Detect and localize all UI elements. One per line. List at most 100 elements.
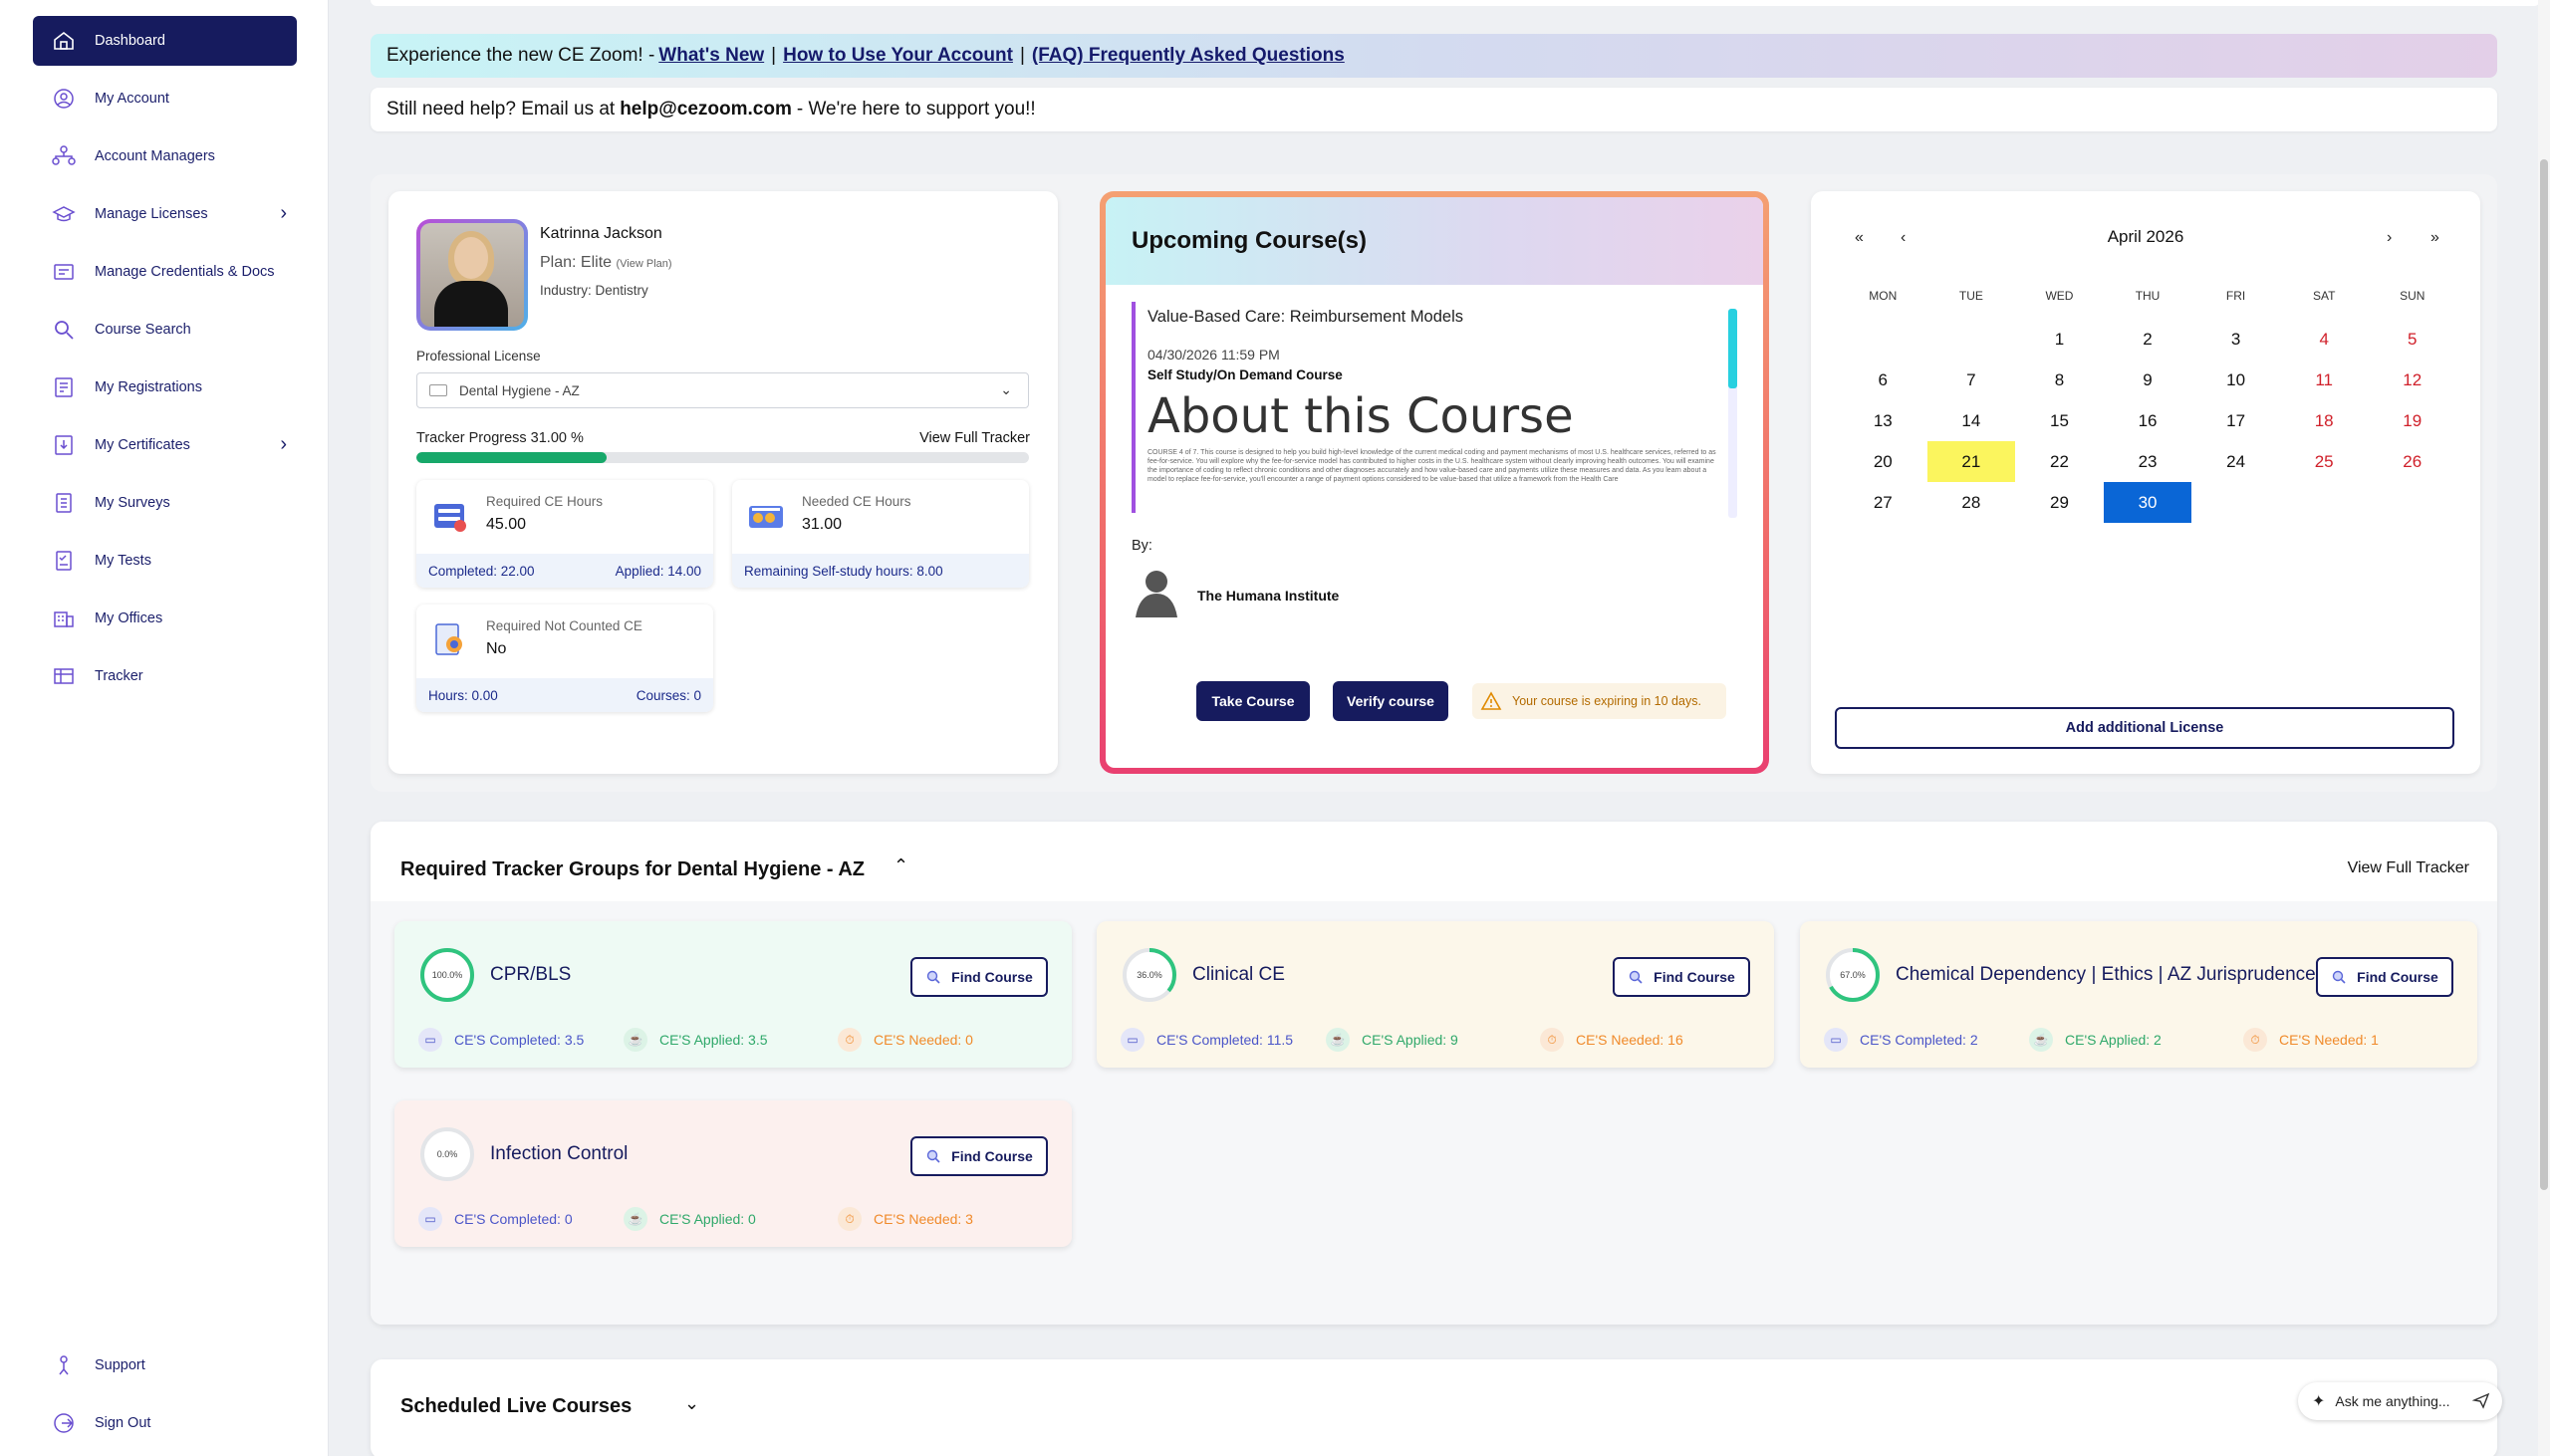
chevron-down-icon[interactable]: ⌄ (684, 1393, 699, 1414)
calendar-day[interactable]: 21 (1926, 441, 2016, 482)
last-month-button[interactable]: » (2430, 229, 2439, 247)
scheduled-live-section: Scheduled Live Courses ⌄ (371, 1359, 2497, 1456)
calendar-day[interactable]: 6 (1839, 360, 1927, 400)
search-icon (51, 317, 77, 343)
sidebar-item-account-managers[interactable]: Account Managers (33, 131, 297, 181)
search-icon (2332, 970, 2346, 984)
calendar-day[interactable]: 27 (1839, 482, 1927, 523)
calendar-day[interactable]: 25 (2280, 441, 2369, 482)
calendar-day[interactable]: 30 (2103, 482, 2192, 523)
verify-course-button[interactable]: Verify course (1333, 681, 1448, 721)
calendar-day[interactable]: 8 (2015, 360, 2104, 400)
sidebar-item-manage-credentials[interactable]: Manage Credentials & Docs (33, 247, 297, 297)
license-label: Professional License (416, 349, 541, 364)
calendar-day[interactable]: 26 (2368, 441, 2456, 482)
calendar-day[interactable]: 20 (1839, 441, 1927, 482)
profile-name: Katrinna Jackson (540, 225, 662, 242)
view-plan-link[interactable]: (View Plan) (617, 258, 672, 270)
credentials-icon (51, 259, 77, 285)
sidebar-item-support[interactable]: Support (33, 1340, 297, 1390)
calendar-day[interactable]: 1 (2015, 319, 2104, 360)
next-month-button[interactable]: › (2387, 229, 2392, 247)
calendar-day[interactable]: 23 (2104, 441, 2192, 482)
ces-completed-text: CE'S Completed: 11.5 (1156, 1032, 1294, 1048)
calendar-grid: MON TUE WED THU FRI SAT SUN 1 2 3 4 5 6 7 8 9 10 11 12 13 14… (1839, 281, 2456, 523)
add-license-button[interactable]: Add additional License (1835, 707, 2454, 749)
warning-icon (1480, 691, 1502, 710)
calendar-day[interactable]: 5 (2368, 319, 2456, 360)
calendar-day[interactable]: 17 (2191, 400, 2280, 441)
calendar-day[interactable]: 16 (2104, 400, 2192, 441)
banner-intro: Experience the new CE Zoom! - (386, 45, 655, 66)
ai-assistant-input[interactable]: ✦ Ask me anything... (2298, 1382, 2502, 1420)
sidebar-item-my-certificates[interactable]: My Certificates › (33, 420, 297, 470)
calendar-day[interactable]: 15 (2015, 400, 2104, 441)
view-full-tracker-link[interactable]: View Full Tracker (919, 430, 1030, 446)
calendar-day[interactable]: 29 (2015, 482, 2104, 523)
send-icon[interactable] (2472, 1391, 2490, 1409)
tracker-icon (51, 663, 77, 689)
group-name: Infection Control (490, 1143, 629, 1164)
calendar-day[interactable]: 11 (2280, 360, 2369, 400)
sidebar-item-dashboard[interactable]: Dashboard (33, 16, 297, 66)
sidebar-item-sign-out[interactable]: Sign Out (33, 1398, 297, 1448)
sidebar-item-tracker[interactable]: Tracker (33, 651, 297, 701)
calendar-week: 20 21 22 23 24 25 26 (1839, 441, 2456, 482)
calendar-day[interactable]: 10 (2191, 360, 2280, 400)
cup-icon: ☕ (624, 1028, 647, 1052)
ces-needed-text: CE'S Needed: 0 (874, 1032, 973, 1048)
find-course-button[interactable]: Find Course (2316, 957, 2453, 997)
calendar-day[interactable]: 9 (2104, 360, 2192, 400)
faq-link[interactable]: (FAQ) Frequently Asked Questions (1032, 45, 1345, 67)
calendar-day[interactable]: 12 (2368, 360, 2456, 400)
by-label: By: (1132, 538, 1152, 554)
calendar-day[interactable]: 19 (2368, 400, 2456, 441)
calendar-day[interactable]: 28 (1927, 482, 2016, 523)
find-course-button[interactable]: Find Course (910, 1136, 1048, 1176)
chevron-down-icon: ⌄ (1000, 381, 1012, 397)
sidebar-item-manage-licenses[interactable]: Manage Licenses › (33, 189, 297, 239)
calendar-day[interactable]: 7 (1927, 360, 2016, 400)
ces-needed-text: CE'S Needed: 3 (874, 1211, 973, 1227)
stat-footer: Completed: 22.00 Applied: 14.00 (416, 554, 713, 588)
find-course-button[interactable]: Find Course (1613, 957, 1750, 997)
sidebar-item-my-surveys[interactable]: My Surveys (33, 478, 297, 528)
calendar-empty-cell (2368, 482, 2456, 523)
sidebar-item-label: Support (95, 1357, 145, 1373)
tracker-progress-bar (416, 452, 1029, 463)
license-select[interactable]: Dental Hygiene - AZ ⌄ (416, 372, 1029, 408)
weekday-label: SAT (2312, 289, 2336, 303)
sidebar-item-my-account[interactable]: My Account (33, 74, 297, 123)
upcoming-header: Upcoming Course(s) (1106, 197, 1763, 285)
tracker-group-card: 100.0% CPR/BLS Find Course ▭ CE'S Completed:… (394, 921, 1072, 1068)
group-name: CPR/BLS (490, 964, 572, 985)
course-scrollbar[interactable] (1728, 309, 1737, 518)
stat-hours: Hours: 0.00 (428, 687, 498, 703)
weekday-label: WED (2045, 289, 2074, 303)
chevron-up-icon[interactable]: ⌃ (893, 855, 908, 876)
sidebar-item-my-offices[interactable]: My Offices (33, 594, 297, 643)
calendar-day[interactable]: 4 (2280, 319, 2369, 360)
tracker-section: Required Tracker Groups for Dental Hygie… (371, 822, 2497, 1325)
view-full-tracker-link[interactable]: View Full Tracker (2348, 859, 2469, 877)
calendar-day[interactable]: 14 (1927, 400, 2016, 441)
find-course-button[interactable]: Find Course (910, 957, 1048, 997)
ces-completed-text: CE'S Completed: 0 (454, 1211, 573, 1227)
how-to-use-link[interactable]: How to Use Your Account (783, 45, 1013, 67)
sidebar-item-my-tests[interactable]: My Tests (33, 536, 297, 586)
sidebar-item-my-registrations[interactable]: My Registrations (33, 363, 297, 412)
sidebar-item-course-search[interactable]: Course Search (33, 305, 297, 355)
sidebar-item-label: Account Managers (95, 148, 215, 164)
sidebar-item-label: Course Search (95, 322, 191, 338)
take-course-button[interactable]: Take Course (1196, 681, 1310, 721)
ces-completed-text: CE'S Completed: 2 (1860, 1032, 1978, 1048)
calendar-day[interactable]: 22 (2015, 441, 2104, 482)
calendar-day[interactable]: 24 (2191, 441, 2280, 482)
calendar-day[interactable]: 3 (2191, 319, 2280, 360)
page-scrollbar-thumb[interactable] (2540, 159, 2548, 1190)
calendar-day[interactable]: 13 (1839, 400, 1927, 441)
calendar-day[interactable]: 2 (2104, 319, 2192, 360)
whats-new-link[interactable]: What's New (658, 45, 764, 67)
tracker-progress-fill (416, 452, 607, 463)
calendar-day[interactable]: 18 (2280, 400, 2369, 441)
